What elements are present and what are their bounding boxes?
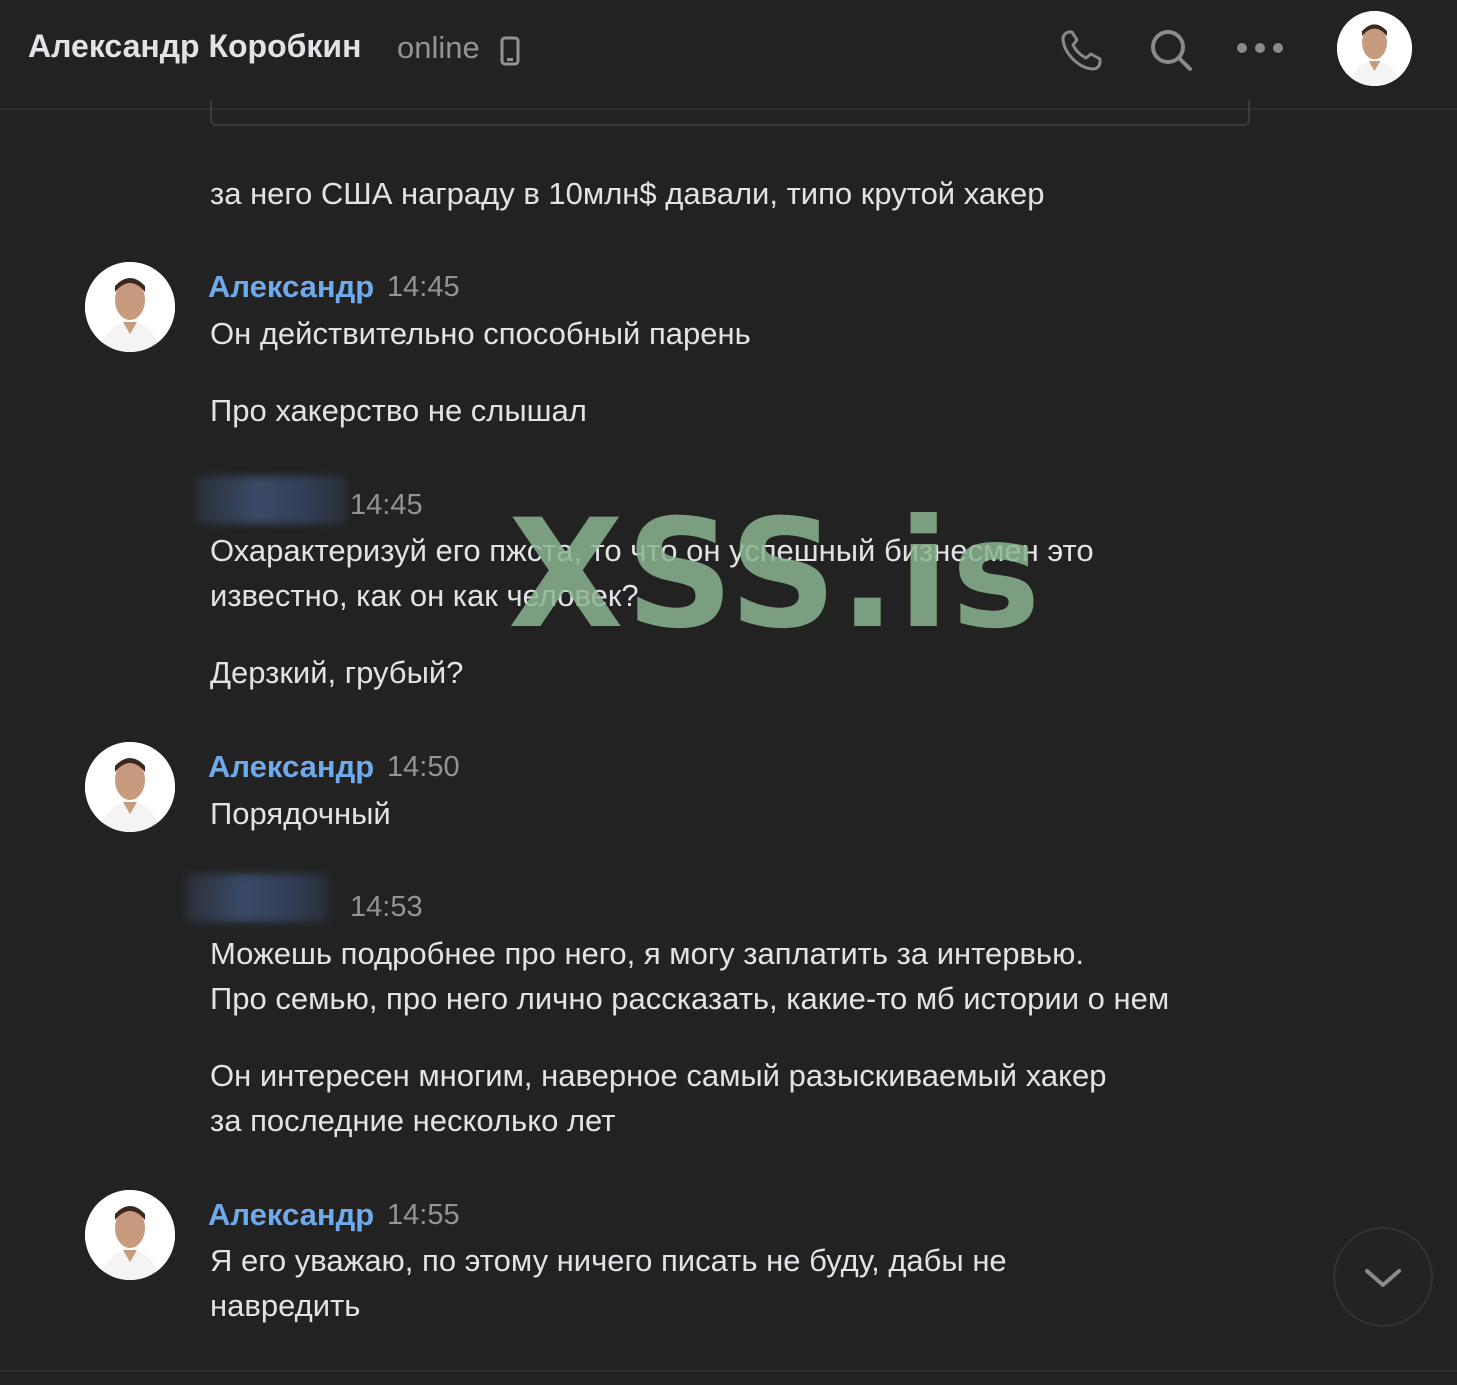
message-author[interactable]: Александр <box>208 749 374 785</box>
message-author[interactable]: Александр <box>208 269 374 305</box>
chevron-down-icon <box>1365 1269 1401 1287</box>
message-text: Я его уважаю, по этому ничего писать не … <box>210 1243 1007 1323</box>
message-time: 14:55 <box>387 1199 460 1231</box>
avatar[interactable] <box>85 262 175 352</box>
avatar[interactable] <box>85 1190 175 1280</box>
message-text: Он действительно способный парень <box>210 316 751 351</box>
redacted-author <box>196 476 346 524</box>
attachment-partial <box>210 100 1250 126</box>
message-text: Он интересен многим, наверное самый разы… <box>210 1058 1107 1138</box>
message-time: 14:50 <box>387 751 460 783</box>
message-time: 14:45 <box>387 271 460 303</box>
message-text: Можешь подробнее про него, я могу заплат… <box>210 936 1170 1016</box>
online-status: online <box>397 30 480 65</box>
avatar[interactable] <box>85 742 175 832</box>
message-author[interactable]: Александр <box>208 1197 374 1233</box>
phone-icon[interactable] <box>1058 26 1106 79</box>
contact-avatar[interactable] <box>1337 11 1412 86</box>
message-time: 14:45 <box>350 489 423 521</box>
message-text: Про хакерство не слышал <box>210 393 587 428</box>
watermark: XSS.is <box>508 488 1043 662</box>
more-icon[interactable] <box>1236 36 1284 65</box>
chat-header: Александр Коробкин online <box>0 0 1457 110</box>
contact-name[interactable]: Александр Коробкин <box>28 28 361 65</box>
message-text: Дерзкий, грубый? <box>210 655 464 690</box>
redacted-author <box>186 874 328 922</box>
message-text: Порядочный <box>210 796 391 831</box>
mobile-icon <box>500 36 520 71</box>
message-text: за него США награду в 10млн$ давали, тип… <box>210 176 1045 211</box>
scroll-down-button[interactable] <box>1333 1227 1433 1327</box>
search-icon[interactable] <box>1147 26 1195 79</box>
message-time: 14:53 <box>350 891 423 923</box>
